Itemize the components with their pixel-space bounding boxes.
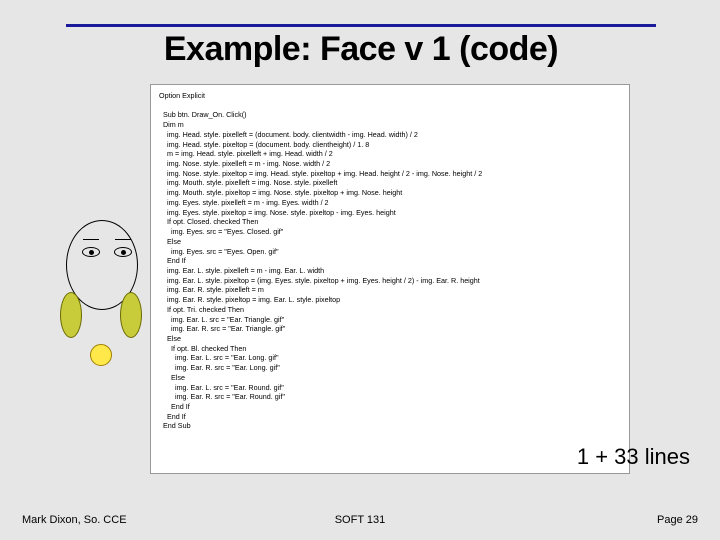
slide-root: Example: Face v 1 (code) Option Explicit… — [0, 0, 720, 540]
eyebrow-right — [115, 239, 131, 240]
eye-right — [114, 247, 132, 257]
eyebrow-left — [83, 239, 99, 240]
footer: Mark Dixon, So. CCE SOFT 131 Page 29 — [0, 514, 720, 530]
line-count-note: 1 + 33 lines — [577, 444, 690, 470]
eye-left — [82, 247, 100, 257]
ear-right-shape — [120, 292, 142, 338]
slide-title: Example: Face v 1 (code) — [66, 30, 656, 69]
footer-course: SOFT 131 — [0, 514, 720, 526]
footer-page: Page 29 — [657, 514, 698, 526]
ear-left-shape — [60, 292, 82, 338]
code-block: Option Explicit Sub btn. Draw_On. Click(… — [150, 84, 630, 474]
face-diagram — [62, 220, 142, 360]
pupil-left — [89, 250, 94, 255]
code-text: Option Explicit Sub btn. Draw_On. Click(… — [159, 91, 621, 431]
title-rule — [66, 24, 656, 27]
nose-shape — [90, 344, 112, 366]
pupil-right — [121, 250, 126, 255]
